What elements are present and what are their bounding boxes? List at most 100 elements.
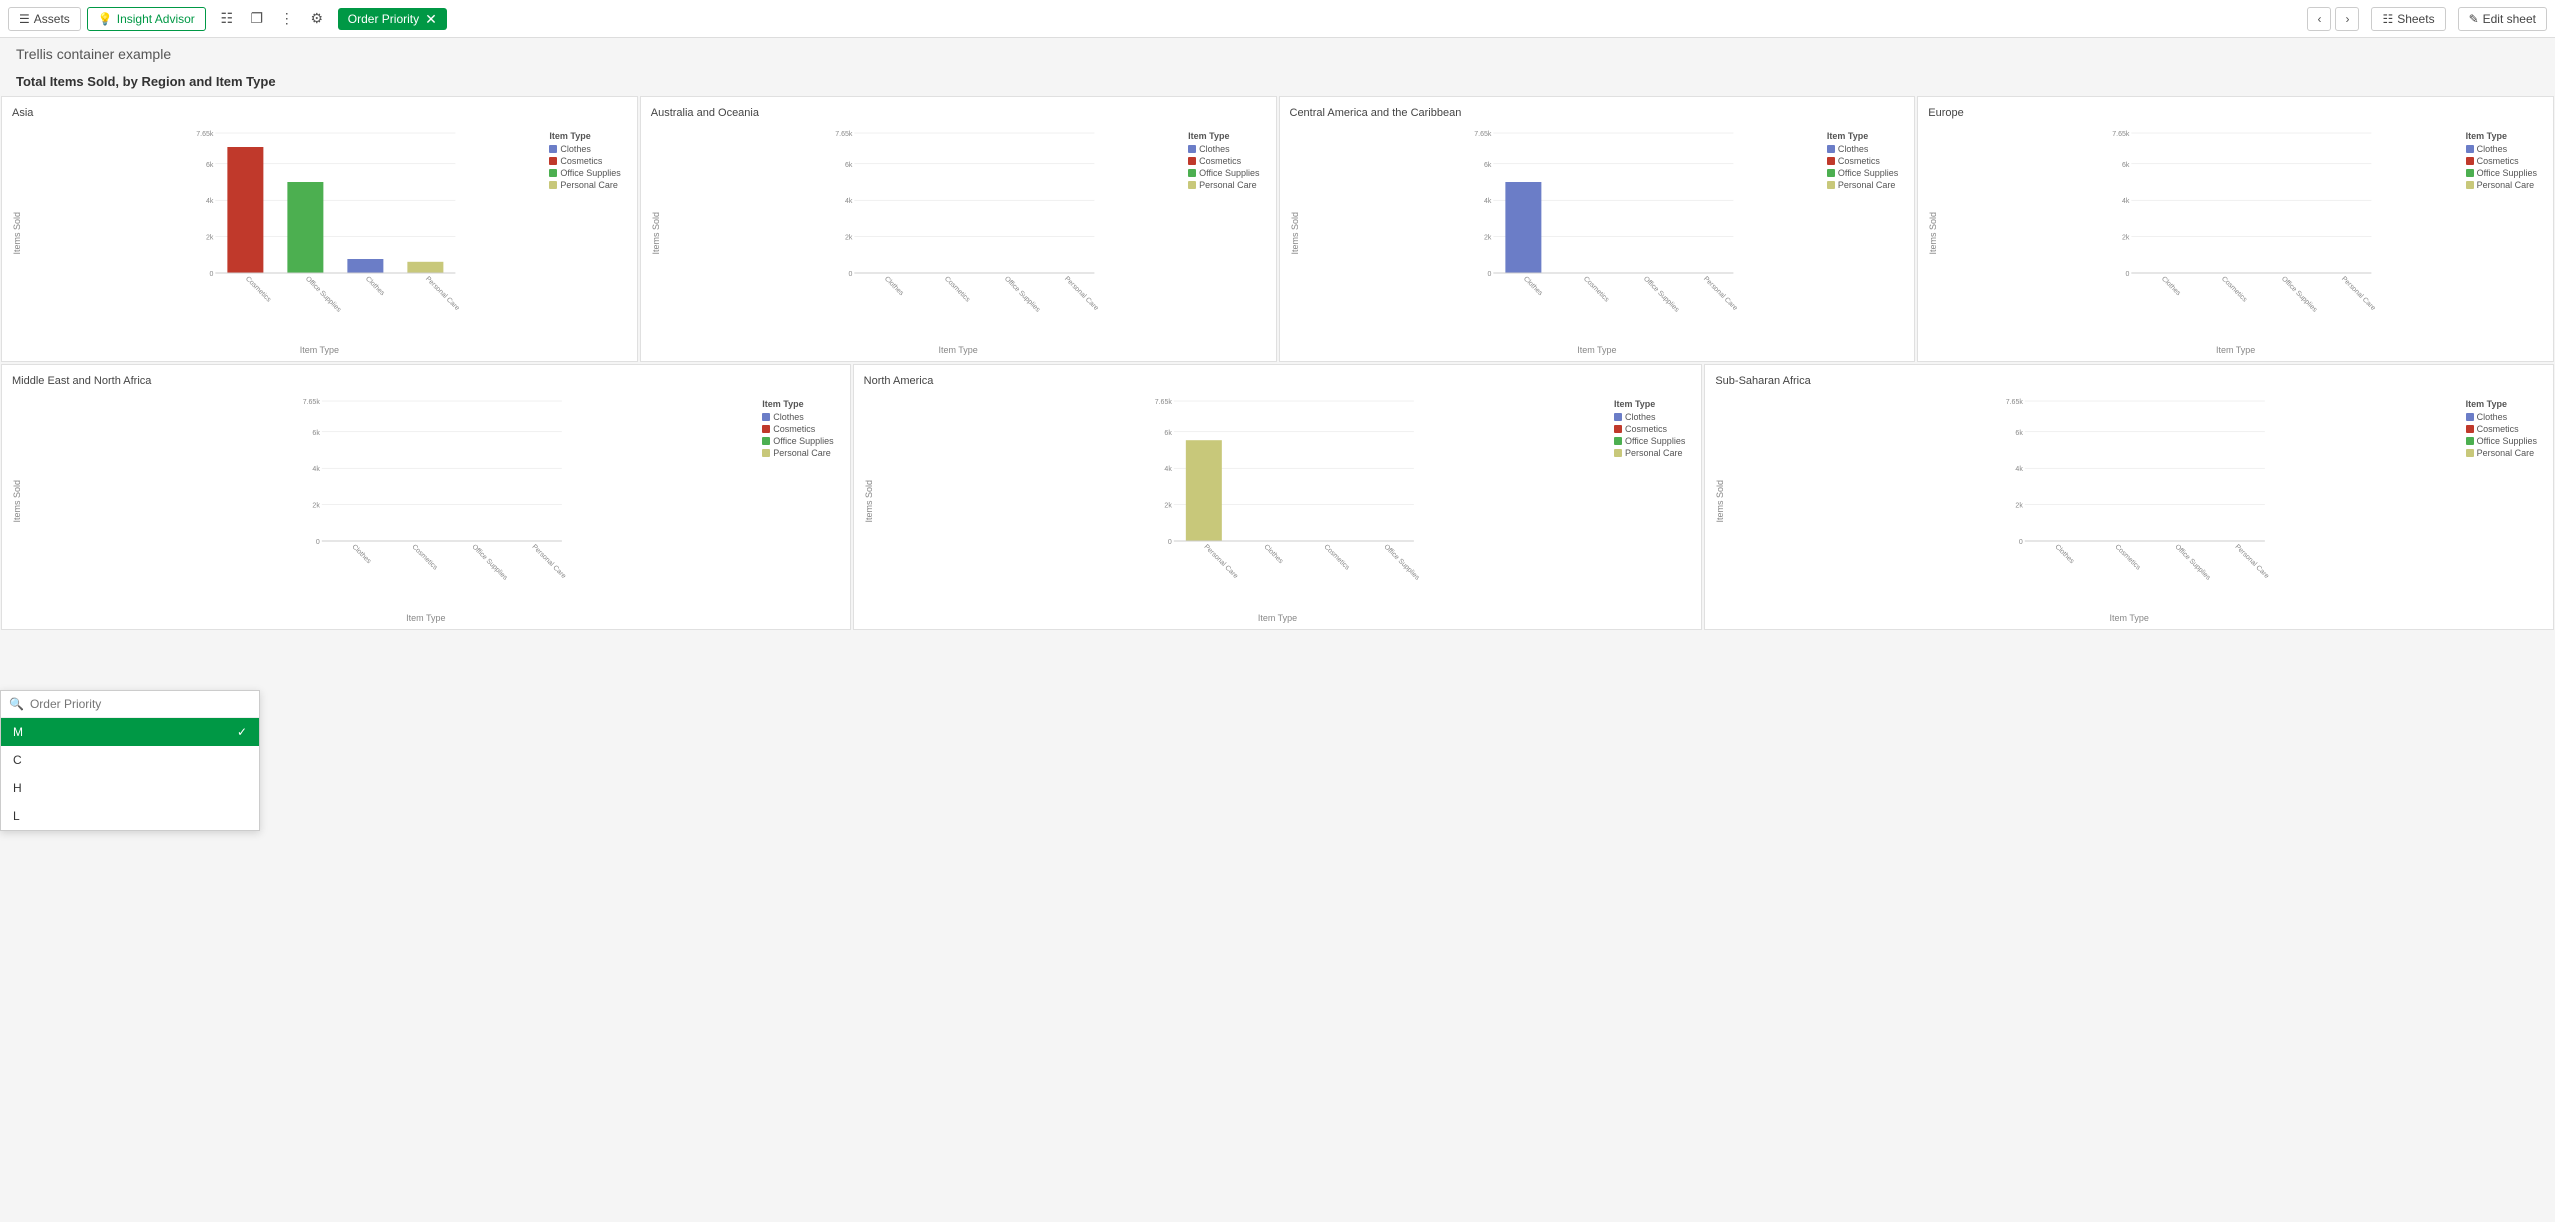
filter-search-input[interactable] xyxy=(30,697,251,711)
legend-item-0: Clothes xyxy=(2466,412,2537,422)
legend-label-3: Personal Care xyxy=(560,180,618,190)
legend-title: Item Type xyxy=(2466,399,2537,409)
x-axis-label-subsaharan: Item Type xyxy=(1715,613,2543,623)
svg-text:Office Supplies: Office Supplies xyxy=(470,543,509,582)
assets-button[interactable]: ☰ Assets xyxy=(8,7,81,31)
nav-next-button[interactable]: › xyxy=(2335,7,2359,31)
filter-item-m[interactable]: M✓ xyxy=(1,718,259,746)
legend-item-1: Cosmetics xyxy=(1827,156,1898,166)
svg-text:2k: 2k xyxy=(1164,503,1172,510)
chart-cell-subsaharan: Sub-Saharan Africa Items Sold02k4k6k7.65k… xyxy=(1704,364,2554,630)
nav-prev-button[interactable]: ‹ xyxy=(2307,7,2331,31)
chart-title-subsaharan: Sub-Saharan Africa xyxy=(1715,375,2543,387)
x-axis-label-europe: Item Type xyxy=(1928,345,2543,355)
insight-advisor-button[interactable]: 💡 Insight Advisor xyxy=(87,7,206,31)
legend-color-2 xyxy=(1614,437,1622,445)
legend-item-0: Clothes xyxy=(1188,144,1259,154)
filter-item-label: C xyxy=(13,753,22,767)
legend-color-2 xyxy=(762,437,770,445)
chart-cell-australia: Australia and OceaniaItems Sold02k4k6k7.… xyxy=(640,96,1277,362)
legend-item-0: Clothes xyxy=(1614,412,1685,422)
legend-item-0: Clothes xyxy=(549,144,620,154)
svg-text:6k: 6k xyxy=(1483,162,1491,169)
sheets-icon: ☷ xyxy=(2382,12,2393,26)
filter-item-c[interactable]: C xyxy=(1,746,259,774)
legend-color-3 xyxy=(762,449,770,457)
legend-item-2: Office Supplies xyxy=(762,436,833,446)
svg-text:6k: 6k xyxy=(312,430,320,437)
y-axis-label-asia: Items Sold xyxy=(12,212,22,255)
svg-text:Clothes: Clothes xyxy=(364,275,386,297)
trellis-grid-row2: Middle East and North AfricaItems Sold02… xyxy=(0,363,2555,631)
settings-icon[interactable]: ⚙ xyxy=(306,8,328,30)
chart-area-central_america: Items Sold02k4k6k7.65kClothesCosmeticsOf… xyxy=(1290,123,1905,343)
legend-color-0 xyxy=(2466,413,2474,421)
legend-label-1: Cosmetics xyxy=(1838,156,1880,166)
y-axis-label-middle_east: Items Sold xyxy=(12,480,22,523)
legend-item-3: Personal Care xyxy=(1188,180,1259,190)
legend-color-1 xyxy=(2466,425,2474,433)
expand-icon[interactable]: ❐ xyxy=(246,8,268,30)
legend-label-3: Personal Care xyxy=(2477,448,2535,458)
chart-legend-middle_east: Item TypeClothesCosmeticsOffice Supplies… xyxy=(762,399,833,460)
chart-section-title: Total Items Sold, by Region and Item Typ… xyxy=(0,70,2555,95)
legend-item-3: Personal Care xyxy=(2466,180,2537,190)
legend-color-2 xyxy=(1827,169,1835,177)
checkmark-icon: ✓ xyxy=(237,725,247,739)
svg-text:0: 0 xyxy=(1487,271,1491,278)
legend-label-0: Clothes xyxy=(560,144,591,154)
legend-title: Item Type xyxy=(2466,131,2537,141)
legend-label-2: Office Supplies xyxy=(1625,436,1685,446)
chart-title-north_america: North America xyxy=(864,375,1692,387)
insight-label: Insight Advisor xyxy=(117,12,195,26)
legend-color-3 xyxy=(549,181,557,189)
svg-text:7.65k: 7.65k xyxy=(303,399,321,406)
svg-text:Office Supplies: Office Supplies xyxy=(1003,275,1042,314)
svg-text:2k: 2k xyxy=(1483,235,1491,242)
filter-search: 🔍 xyxy=(1,691,259,718)
svg-text:2k: 2k xyxy=(206,235,214,242)
legend-label-2: Office Supplies xyxy=(1199,168,1259,178)
chart-area-north_america: Items Sold02k4k6k7.65kPersonal CareCloth… xyxy=(864,391,1692,611)
grid-icon[interactable]: ☷ xyxy=(216,8,238,30)
svg-text:7.65k: 7.65k xyxy=(196,131,214,138)
svg-text:Personal Care: Personal Care xyxy=(2234,543,2271,580)
legend-color-3 xyxy=(1827,181,1835,189)
legend-color-1 xyxy=(1827,157,1835,165)
chart-title-central_america: Central America and the Caribbean xyxy=(1290,107,1905,119)
chart-title-asia: Asia xyxy=(12,107,627,119)
svg-text:4k: 4k xyxy=(206,198,214,205)
legend-item-1: Cosmetics xyxy=(2466,156,2537,166)
legend-label-0: Clothes xyxy=(2477,144,2508,154)
sheets-button[interactable]: ☷ Sheets xyxy=(2371,7,2445,31)
topbar-icons: ☷ ❐ ⋮ ⚙ xyxy=(216,8,328,30)
chart-svg-subsaharan: 02k4k6k7.65kClothesCosmeticsOffice Suppl… xyxy=(1727,391,2543,601)
edit-sheet-button[interactable]: ✎ Edit sheet xyxy=(2458,7,2547,31)
legend-color-0 xyxy=(762,413,770,421)
svg-text:Clothes: Clothes xyxy=(883,275,905,297)
legend-item-2: Office Supplies xyxy=(1188,168,1259,178)
legend-item-3: Personal Care xyxy=(762,448,833,458)
legend-color-1 xyxy=(2466,157,2474,165)
order-priority-label: Order Priority xyxy=(348,12,419,26)
chart-svg-middle_east: 02k4k6k7.65kClothesCosmeticsOffice Suppl… xyxy=(24,391,840,601)
search-icon: 🔍 xyxy=(9,697,24,711)
page-title: Trellis container example xyxy=(0,38,2555,70)
chart-cell-asia: AsiaItems Sold02k4k6k7.65kCosmeticsOffic… xyxy=(1,96,638,362)
chart-legend-subsaharan: Item TypeClothesCosmeticsOffice Supplies… xyxy=(2466,399,2537,460)
filter-item-l[interactable]: L xyxy=(1,802,259,830)
legend-item-2: Office Supplies xyxy=(2466,168,2537,178)
svg-text:Personal Care: Personal Care xyxy=(1701,275,1738,312)
svg-text:4k: 4k xyxy=(1164,466,1172,473)
legend-color-3 xyxy=(2466,449,2474,457)
legend-item-3: Personal Care xyxy=(2466,448,2537,458)
svg-text:4k: 4k xyxy=(312,466,320,473)
chart-legend-asia: Item TypeClothesCosmeticsOffice Supplies… xyxy=(549,131,620,192)
chart-area-subsaharan: Items Sold02k4k6k7.65kClothesCosmeticsOf… xyxy=(1715,391,2543,611)
more-icon[interactable]: ⋮ xyxy=(276,8,298,30)
legend-item-3: Personal Care xyxy=(549,180,620,190)
x-axis-label-north_america: Item Type xyxy=(864,613,1692,623)
close-filter-button[interactable]: ✕ xyxy=(425,12,437,26)
legend-item-1: Cosmetics xyxy=(762,424,833,434)
filter-item-h[interactable]: H xyxy=(1,774,259,802)
